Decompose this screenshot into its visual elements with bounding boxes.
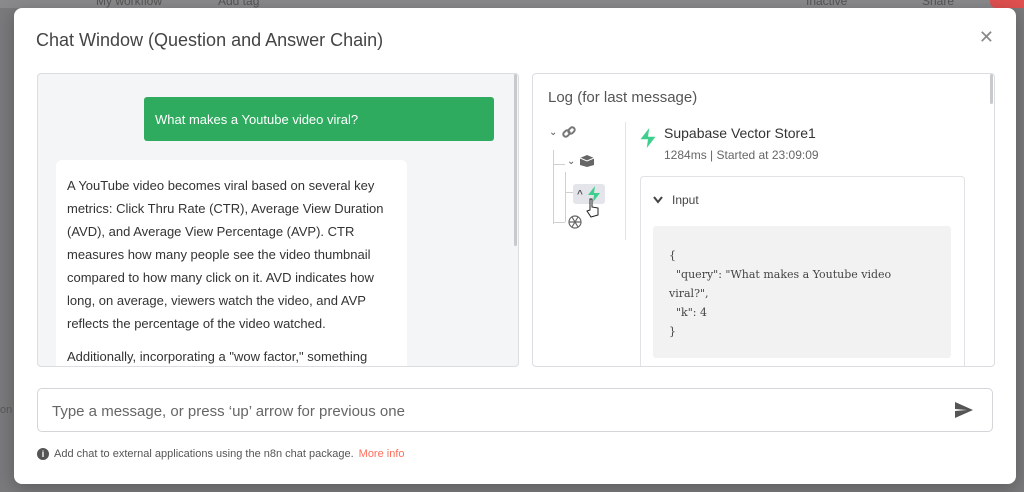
tree-item-model[interactable]	[567, 214, 583, 230]
bot-message: A YouTube video becomes viral based on s…	[56, 160, 407, 366]
message-input[interactable]	[50, 389, 934, 433]
pointer-cursor-icon	[585, 198, 601, 223]
more-info-link[interactable]: More info	[359, 448, 405, 460]
workflow-name: My workflow	[96, 0, 163, 8]
tree-connector	[553, 164, 565, 165]
tree-connector	[565, 172, 566, 222]
chat-scrollbar[interactable]	[514, 74, 517, 246]
tree-connector	[553, 150, 554, 224]
node-meta: 1284ms | Started at 23:09:09	[664, 148, 819, 162]
add-tag-link: Add tag	[218, 0, 260, 8]
tree-connector	[553, 222, 565, 223]
info-icon: i	[37, 448, 49, 460]
chevron-down-icon: ⌄	[567, 155, 576, 167]
background-canvas-fragment: on	[0, 404, 13, 416]
message-composer	[37, 388, 993, 433]
input-label: Input	[672, 193, 699, 207]
log-panel: Log (for last message) ⌄ ⌄ ^ Supabase Ve…	[532, 73, 995, 367]
chevron-down-icon: ⌄	[549, 126, 558, 138]
openai-icon	[567, 214, 583, 230]
modal-title: Chat Window (Question and Answer Chain)	[36, 30, 384, 50]
box-icon	[579, 154, 595, 168]
background-red-button	[990, 0, 1024, 8]
footer-note: i Add chat to external applications usin…	[37, 448, 405, 460]
tree-item-retriever[interactable]: ⌄	[567, 154, 595, 168]
link-icon	[561, 124, 577, 140]
input-json: { "query": "What makes a Youtube video v…	[653, 226, 951, 358]
workflow-status: Inactive	[806, 0, 848, 8]
user-message: What makes a Youtube video viral?	[144, 97, 494, 141]
chevron-down-icon	[653, 196, 663, 204]
bot-message-paragraph: A YouTube video becomes viral based on s…	[67, 178, 384, 331]
share-button: Share	[922, 0, 955, 8]
node-name: Supabase Vector Store1	[664, 125, 816, 141]
send-icon[interactable]	[954, 401, 974, 424]
close-icon[interactable]: ✕	[979, 27, 994, 48]
chat-modal: Chat Window (Question and Answer Chain) …	[14, 8, 1016, 484]
tree-divider	[625, 122, 626, 240]
supabase-bolt-icon	[639, 128, 657, 153]
log-title: Log (for last message)	[548, 89, 698, 106]
log-scrollbar[interactable]	[990, 74, 993, 104]
tree-item-chain[interactable]: ⌄	[549, 124, 577, 140]
input-toggle[interactable]: Input	[653, 193, 699, 207]
input-section: Input { "query": "What makes a Youtube v…	[640, 176, 965, 366]
footer-text: Add chat to external applications using …	[54, 448, 354, 460]
chevron-up-icon: ^	[577, 188, 583, 200]
chat-panel: What makes a Youtube video viral? A YouT…	[37, 73, 519, 367]
bot-message-paragraph: Additionally, incorporating a "wow facto…	[67, 349, 368, 364]
